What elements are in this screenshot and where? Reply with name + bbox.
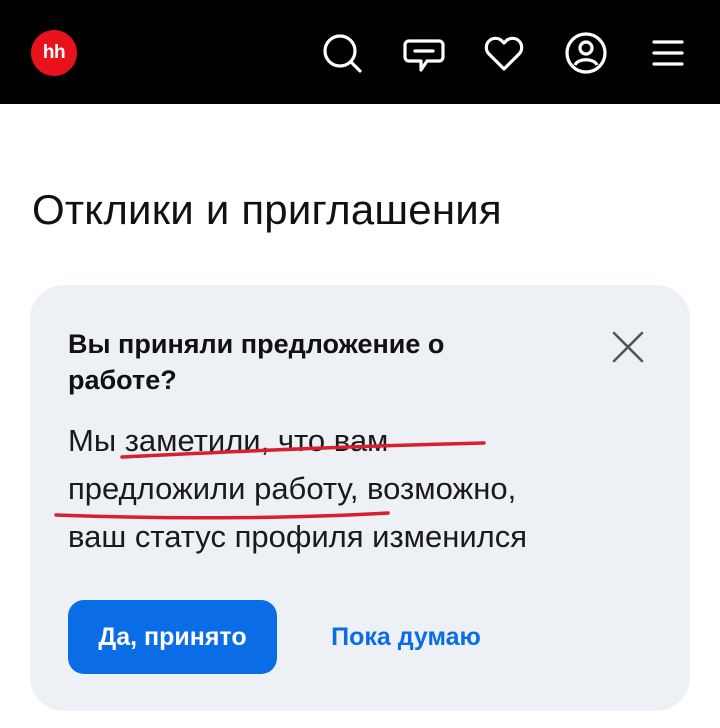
menu-icon[interactable] bbox=[645, 30, 691, 76]
close-icon[interactable] bbox=[610, 329, 646, 365]
accept-offer-button[interactable]: Да, принято bbox=[68, 600, 277, 674]
card-description: Мы заметили, что вам предложили работу, … bbox=[68, 417, 608, 561]
card-text-line-2: предложили работу, возможно, bbox=[68, 471, 517, 506]
page-title: Отклики и приглашения bbox=[32, 186, 502, 233]
top-navigation-bar: hh bbox=[0, 0, 720, 104]
card-text-line-1: Мы заметили, что вам bbox=[68, 423, 389, 458]
hh-logo[interactable]: hh bbox=[31, 30, 77, 76]
profile-icon[interactable] bbox=[563, 30, 609, 76]
offer-question-card: Вы приняли предложение о работе? Мы заме… bbox=[30, 285, 690, 711]
card-title: Вы приняли предложение о работе? bbox=[68, 329, 445, 395]
chat-icon[interactable] bbox=[401, 30, 447, 76]
heart-icon[interactable] bbox=[481, 30, 527, 76]
still-thinking-button[interactable]: Пока думаю bbox=[306, 600, 506, 674]
card-text-line-3: ваш статус профиля изменился bbox=[68, 519, 528, 554]
search-icon[interactable] bbox=[319, 30, 365, 76]
